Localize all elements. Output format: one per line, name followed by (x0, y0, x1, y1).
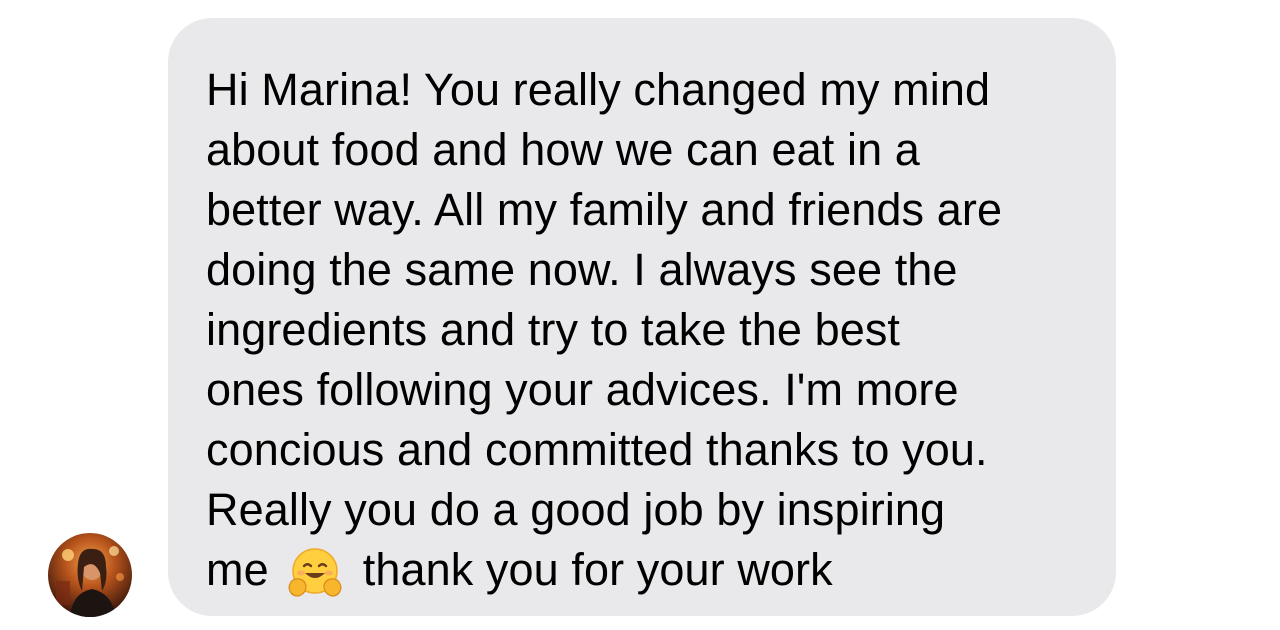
message-line: ingredients and try to take the best (206, 304, 901, 355)
message-text-after-emoji: thank you for your work (362, 544, 833, 595)
message-line: Really you do a good job by inspiring (206, 484, 946, 535)
message-text: Hi Marina! You really changed my mind ab… (206, 60, 1080, 600)
avatar-photo (48, 533, 132, 617)
message-line: doing the same now. I always see the (206, 244, 958, 295)
message-line: concious and committed thanks to you. (206, 424, 988, 475)
message-line: ones following your advices. I'm more (206, 364, 959, 415)
message-line: better way. All my family and friends ar… (206, 184, 1003, 235)
message-text-before-emoji: me (206, 544, 269, 595)
message-line: Hi Marina! You really changed my mind (206, 64, 991, 115)
sender-avatar[interactable] (48, 533, 132, 617)
hugging-face-icon (288, 548, 342, 597)
received-message-bubble[interactable]: Hi Marina! You really changed my mind ab… (168, 18, 1116, 616)
message-last-line: me thank you for your work (206, 540, 1080, 600)
message-line: about food and how we can eat in a (206, 124, 920, 175)
conversation-view: Hi Marina! You really changed my mind ab… (0, 0, 1280, 630)
